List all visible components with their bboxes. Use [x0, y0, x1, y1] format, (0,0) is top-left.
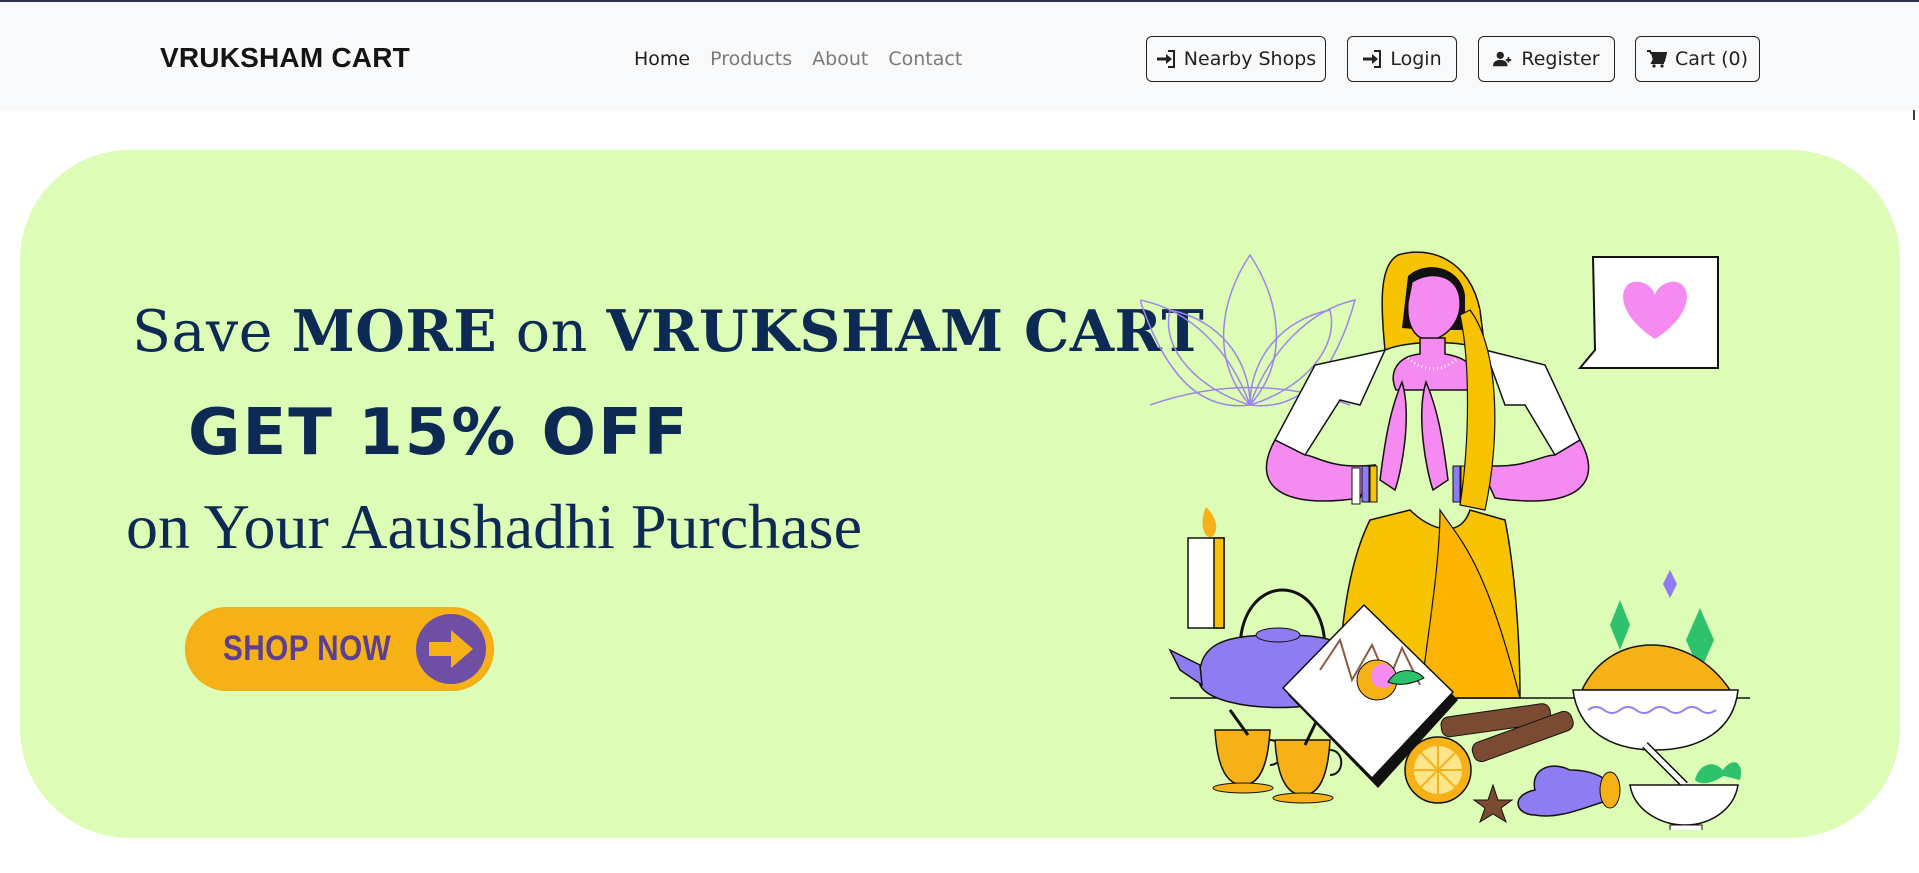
- nearby-shops-label: Nearby Shops: [1183, 48, 1317, 70]
- nav-link-products[interactable]: Products: [710, 48, 792, 70]
- mortar-pestle-icon: [1629, 742, 1741, 830]
- speech-bubble-heart-icon: [1577, 256, 1719, 369]
- lemon-icon: [1404, 736, 1472, 804]
- ginger-root-icon: [1517, 765, 1621, 817]
- user-plus-icon: [1493, 51, 1512, 67]
- shop-now-button[interactable]: SHOP NOW: [185, 607, 494, 691]
- turmeric-bowl-icon: [1572, 644, 1739, 751]
- nav-links: Home Products About Contact: [634, 48, 962, 70]
- navbar: VRUKSHAM CART Home Products About Contac…: [0, 2, 1919, 110]
- hero-headline: Save MORE on VRUKSHAM CART: [132, 298, 1205, 365]
- nav-link-home[interactable]: Home: [634, 48, 690, 70]
- shop-now-label: SHOP NOW: [223, 629, 392, 668]
- register-label: Register: [1521, 48, 1600, 70]
- brand-logo[interactable]: VRUKSHAM CART: [160, 42, 410, 74]
- sparkle-icon: [1663, 570, 1677, 598]
- register-button[interactable]: Register: [1478, 36, 1615, 82]
- nearby-shops-button[interactable]: Nearby Shops: [1146, 36, 1326, 82]
- sign-in-icon: [1156, 50, 1175, 68]
- hero-banner: Save MORE on VRUKSHAM CART GET 15% OFF o…: [20, 150, 1900, 838]
- arrow-right-icon: [416, 614, 486, 684]
- login-label: Login: [1390, 48, 1442, 70]
- sign-in-icon: [1363, 50, 1382, 68]
- shopping-cart-icon: [1646, 50, 1667, 68]
- cart-button[interactable]: Cart (0): [1635, 36, 1760, 82]
- login-button[interactable]: Login: [1347, 36, 1457, 82]
- star-anise-icon: [1472, 783, 1514, 824]
- nav-link-about[interactable]: About: [812, 48, 868, 70]
- candle-icon: [1187, 507, 1225, 629]
- hero-subheadline: on Your Aaushadhi Purchase: [126, 491, 862, 562]
- woman-namaste-illustration: [1140, 251, 1750, 830]
- hero-discount: GET 15% OFF: [188, 396, 690, 470]
- woman-figure: [1265, 251, 1590, 699]
- cart-label: Cart (0): [1674, 48, 1749, 70]
- sparkle-icon: [1610, 600, 1630, 650]
- nav-link-contact[interactable]: Contact: [888, 48, 962, 70]
